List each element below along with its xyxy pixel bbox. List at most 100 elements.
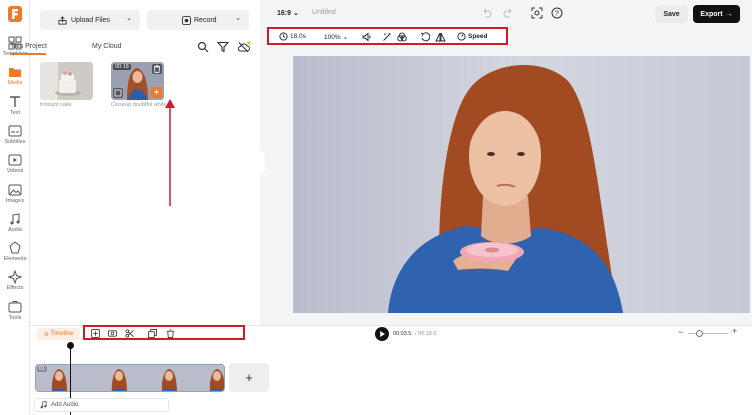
- sidebar-item-label: Effects: [6, 285, 24, 292]
- sidebar-item-label: Media: [7, 80, 23, 87]
- add-audio-label: Add Audio: [51, 402, 79, 408]
- duration-value: 18.0s: [290, 33, 306, 40]
- subtitles-icon: [7, 124, 23, 138]
- flip-icon[interactable]: [435, 32, 446, 42]
- cake-image: [40, 62, 93, 100]
- playhead-handle[interactable]: [67, 342, 74, 349]
- timeline-tools: [83, 325, 245, 340]
- duration-control[interactable]: 18.0s: [279, 32, 306, 41]
- delete-media-button[interactable]: [152, 64, 162, 74]
- sidebar-item-audio[interactable]: Audio: [0, 212, 30, 240]
- zoom-out-icon[interactable]: −: [678, 327, 683, 337]
- zoom-slider[interactable]: [688, 333, 728, 334]
- media-replace-icon[interactable]: [108, 329, 117, 338]
- arrow-right-icon: →: [725, 10, 733, 18]
- sidebar-item-videos[interactable]: Videos: [0, 153, 30, 181]
- redo-icon[interactable]: [503, 8, 514, 18]
- media-thumbnail-video[interactable]: 00:18 +: [111, 62, 164, 100]
- color-filter-icon[interactable]: [397, 32, 407, 42]
- sidebar-item-effects[interactable]: Effects: [0, 270, 30, 298]
- volume-icon[interactable]: [362, 32, 372, 42]
- preview-frame: [293, 56, 750, 313]
- undo-icon[interactable]: [481, 8, 492, 18]
- zoom-select[interactable]: 100% ⌄: [324, 33, 349, 42]
- duration-badge: 00:18: [113, 64, 131, 70]
- annotation-arrow: [165, 99, 175, 206]
- record-button[interactable]: Record ⌄: [147, 10, 249, 30]
- clip-toolbar: 18.0s 100% ⌄ Speed: [267, 27, 508, 45]
- sidebar-item-label: Text: [9, 109, 21, 116]
- upload-files-button[interactable]: Upload Files ⌄: [40, 10, 140, 30]
- sidebar-item-text[interactable]: Text: [0, 95, 30, 123]
- duplicate-icon[interactable]: [148, 329, 157, 338]
- chevron-down-icon: ⌄: [235, 15, 241, 22]
- images-icon: [7, 183, 23, 197]
- zoom-in-icon[interactable]: +: [732, 326, 737, 336]
- upload-files-label: Upload Files: [71, 16, 110, 24]
- video-clip-track[interactable]: [35, 364, 225, 392]
- play-icon: [380, 331, 385, 337]
- screenshot-icon[interactable]: [531, 7, 543, 19]
- current-time: 00:03.5: [393, 331, 412, 337]
- add-clip-button[interactable]: +: [229, 363, 269, 392]
- tab-this-project[interactable]: This Project: [10, 43, 47, 50]
- speed-control[interactable]: Speed: [457, 32, 488, 41]
- sidebar-item-elements[interactable]: Elements: [0, 241, 30, 269]
- help-icon[interactable]: ?: [551, 7, 563, 19]
- timeline-label: Timeline: [50, 331, 74, 337]
- chevron-down-icon: ⌄: [126, 15, 132, 22]
- sidebar-item-images[interactable]: Images: [0, 183, 30, 211]
- filter-icon[interactable]: [217, 41, 229, 53]
- zoom-value: 100%: [324, 33, 341, 41]
- search-icon[interactable]: [197, 41, 209, 53]
- speed-label: Speed: [468, 33, 488, 40]
- cloud-off-icon[interactable]: [237, 41, 251, 53]
- rotate-icon[interactable]: [420, 32, 430, 42]
- replace-icon: [114, 89, 122, 97]
- effects-icon: [7, 270, 23, 285]
- active-tab-underline: [10, 53, 46, 55]
- app-logo: [8, 6, 22, 22]
- add-track-icon[interactable]: [91, 329, 100, 338]
- video-preview[interactable]: [293, 56, 750, 313]
- sidebar-item-templates[interactable]: Templates: [0, 36, 30, 64]
- media-thumbnail-cake[interactable]: [40, 62, 93, 100]
- add-audio-button[interactable]: Add Audio: [34, 398, 169, 412]
- videos-icon: [7, 153, 23, 167]
- audio-icon: [7, 212, 23, 226]
- sidebar-item-label: Tools: [8, 314, 22, 321]
- sidebar-item-tools[interactable]: Tools: [0, 300, 30, 328]
- panel-collapse-handle[interactable]: [257, 150, 265, 176]
- magic-wand-icon[interactable]: [382, 32, 392, 42]
- svg-text:?: ?: [555, 11, 559, 18]
- timeline-icon: ≋: [43, 331, 49, 338]
- trash-icon[interactable]: [166, 329, 175, 338]
- clock-icon: [279, 32, 288, 41]
- sidebar-item-label: Subtitles: [4, 138, 26, 145]
- text-icon: [7, 95, 23, 109]
- export-button[interactable]: Export →: [693, 5, 740, 23]
- scissors-icon[interactable]: [125, 329, 134, 338]
- record-label: Record: [194, 16, 217, 24]
- tab-my-cloud[interactable]: My Cloud: [92, 43, 122, 50]
- project-title[interactable]: Untitled: [312, 9, 336, 16]
- chevron-down-icon: ⌄: [342, 34, 349, 41]
- play-button[interactable]: [375, 327, 389, 341]
- sidebar-item-label: Elements: [3, 256, 27, 263]
- speed-icon: [457, 32, 466, 41]
- sidebar-item-label: Images: [5, 197, 25, 204]
- media-caption: fondant cake: [40, 102, 72, 108]
- aspect-ratio-value: 16:9: [277, 10, 292, 17]
- export-label: Export: [700, 10, 723, 18]
- replace-media-button[interactable]: [113, 88, 123, 98]
- zoom-slider-handle[interactable]: [696, 330, 703, 337]
- sidebar-item-subtitles[interactable]: Subtitles: [0, 124, 30, 152]
- sidebar-item-media[interactable]: Media: [0, 65, 30, 93]
- tools-icon: [7, 300, 23, 314]
- add-to-timeline-button[interactable]: +: [151, 87, 162, 98]
- upload-icon: [58, 15, 67, 25]
- timeline-toggle[interactable]: ≋ Timeline: [37, 328, 80, 340]
- save-button[interactable]: Save: [655, 5, 688, 23]
- aspect-ratio-select[interactable]: 16:9 ⌄: [277, 9, 299, 17]
- media-icon: [7, 65, 23, 79]
